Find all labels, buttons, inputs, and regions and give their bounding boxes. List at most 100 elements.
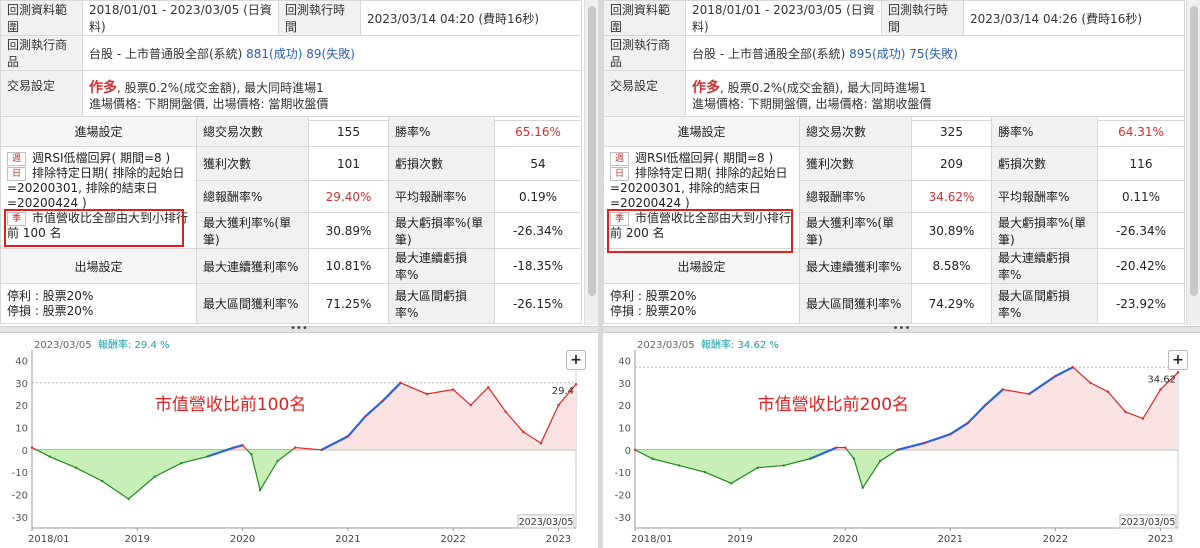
- x-tick-label: 2023: [546, 534, 571, 545]
- data-point: [399, 381, 402, 385]
- y-tick-label: -30: [12, 513, 28, 524]
- equity-chart: 40 30 20 10 0 -10 -20 -30 2018/01 2019 2020 2021 202…: [603, 334, 1200, 548]
- stat-value: 116: [1097, 146, 1185, 181]
- stat-value: -26.34%: [494, 212, 582, 249]
- data-point: [835, 446, 838, 449]
- y-tick-label: 20: [15, 401, 28, 412]
- data-point: [276, 459, 279, 463]
- plus-icon[interactable]: +: [1168, 350, 1188, 370]
- data-point: [756, 466, 759, 469]
- fail-count-link[interactable]: 75(失敗): [909, 47, 958, 61]
- stat-value: 54: [494, 146, 582, 181]
- range-label: 回測資料範圍: [0, 0, 83, 36]
- data-point: [852, 457, 856, 460]
- stat-label: 勝率%: [991, 116, 1098, 147]
- stat-value: 74.29%: [911, 283, 992, 324]
- stat-value: 325: [911, 116, 992, 147]
- y-tick-label: -10: [12, 468, 28, 479]
- entry-conditions: 週週RSI低檔回昇( 期間=8 ) 日排除特定日期( 排除的起始日=202003…: [603, 146, 800, 249]
- data-point: [294, 446, 297, 449]
- data-point: [1027, 392, 1031, 396]
- data-point: [984, 403, 987, 407]
- stop-loss: 停損 : 股票20%: [610, 303, 697, 318]
- trade-mode: 作多: [692, 79, 720, 96]
- y-tick-label: 0: [22, 446, 28, 457]
- splitter-handle[interactable]: •••: [603, 323, 1200, 334]
- scrollbar-thumb[interactable]: [1190, 6, 1198, 296]
- data-point: [469, 403, 472, 407]
- stat-value: -23.92%: [1097, 283, 1185, 324]
- stat-label: 總報酬率%: [799, 180, 912, 213]
- success-count-link[interactable]: 895(成功): [849, 47, 905, 61]
- data-point: [320, 448, 323, 452]
- win-rate-value: 64.31%: [1097, 116, 1185, 147]
- stat-value: -20.42%: [1097, 248, 1185, 284]
- stat-label: 最大區間獲利率%: [799, 283, 912, 324]
- data-point: [179, 462, 183, 465]
- data-point: [30, 446, 34, 449]
- x-tick-label: 2023: [1148, 534, 1173, 545]
- win-rate-value: 65.16%: [494, 116, 582, 147]
- exec-time-label: 回測執行時間: [278, 0, 361, 36]
- equity-chart: 40 30 20 10 0 -10 -20 -30 2018/01 2019 2020 2021 202…: [0, 334, 598, 548]
- data-point: [651, 457, 654, 460]
- stat-value: -26.15%: [494, 283, 582, 324]
- stop-profit: 停利 : 股票20%: [7, 288, 94, 303]
- equity-chart-svg: 40 30 20 10 0 -10 -20 -302018/01 2019 2020 2021 202…: [615, 338, 1180, 545]
- exit-conditions: 停利 : 股票20% 停損 : 股票20%: [603, 283, 800, 324]
- data-point: [381, 399, 385, 402]
- y-tick-label: 40: [618, 356, 631, 367]
- y-tick-label: 40: [15, 356, 28, 367]
- data-point: [1054, 374, 1057, 378]
- data-point: [100, 479, 104, 483]
- success-count-link[interactable]: 881(成功): [246, 47, 302, 61]
- y-tick-label: -10: [615, 468, 631, 479]
- data-point: [574, 382, 578, 386]
- chart-date-label: 2023/03/05: [637, 340, 695, 351]
- data-point: [504, 410, 508, 414]
- last-value-label: 29.4: [552, 386, 574, 397]
- stat-label: 平均報酬率%: [991, 180, 1098, 213]
- scrollbar-thumb[interactable]: [588, 6, 596, 296]
- plus-icon[interactable]: +: [566, 350, 586, 370]
- data-point: [1089, 381, 1092, 385]
- data-point: [896, 448, 899, 452]
- data-point: [1141, 417, 1145, 420]
- stats-grid: 進場設定 總交易次數 155 勝率% 65.16% 週週RSI低檔回昇( 期間=…: [0, 116, 582, 324]
- trade-desc: , 股票0.2%(成交金額), 最大同時進場1: [117, 80, 324, 95]
- data-point: [451, 388, 455, 391]
- stat-label: 平均報酬率%: [388, 180, 495, 213]
- stat-value: 155: [308, 116, 389, 147]
- data-point: [1001, 388, 1005, 391]
- data-point: [730, 482, 733, 485]
- stat-label: 總報酬率%: [196, 180, 309, 213]
- x-tick-label: 2022: [440, 534, 465, 545]
- drag-handle-icon: •••: [290, 323, 308, 334]
- data-point: [949, 432, 952, 436]
- drag-handle-icon: •••: [892, 323, 911, 334]
- stat-label: 最大連續虧損率%: [388, 248, 495, 284]
- chart-date-label: 2023/03/05: [34, 340, 92, 351]
- fail-count-link[interactable]: 89(失敗): [306, 47, 355, 61]
- stat-label: 最大獲利率%(單筆): [196, 212, 309, 249]
- data-point: [879, 459, 882, 463]
- data-point: [808, 457, 812, 460]
- data-point: [1159, 388, 1162, 391]
- vertical-scrollbar[interactable]: [584, 0, 598, 325]
- entry-cond-1: 週RSI低檔回昇( 期間=8 ): [635, 151, 774, 165]
- vertical-scrollbar[interactable]: [1186, 0, 1200, 325]
- end-date-label: 2023/03/05: [519, 517, 574, 528]
- data-point: [703, 470, 707, 474]
- data-point: [153, 475, 157, 478]
- x-tick-label: 2019: [125, 534, 150, 545]
- splitter-handle[interactable]: •••: [0, 323, 598, 334]
- total-return-value: 34.62%: [911, 180, 992, 213]
- trade-desc: , 股票0.2%(成交金額), 最大同時進場1: [720, 80, 927, 95]
- chart-annotation: 市值營收比前200名: [758, 395, 909, 415]
- entry-cond-2: 排除特定日期( 排除的起始日=20200301, 排除的結束日=20200424…: [610, 166, 788, 210]
- stat-label: 最大虧損率%(單筆): [388, 212, 495, 249]
- quarter-tag: 季: [610, 211, 630, 226]
- y-tick-label: -20: [12, 490, 28, 501]
- x-tick-label: 2021: [938, 534, 963, 545]
- x-tick-label: 2020: [832, 534, 857, 545]
